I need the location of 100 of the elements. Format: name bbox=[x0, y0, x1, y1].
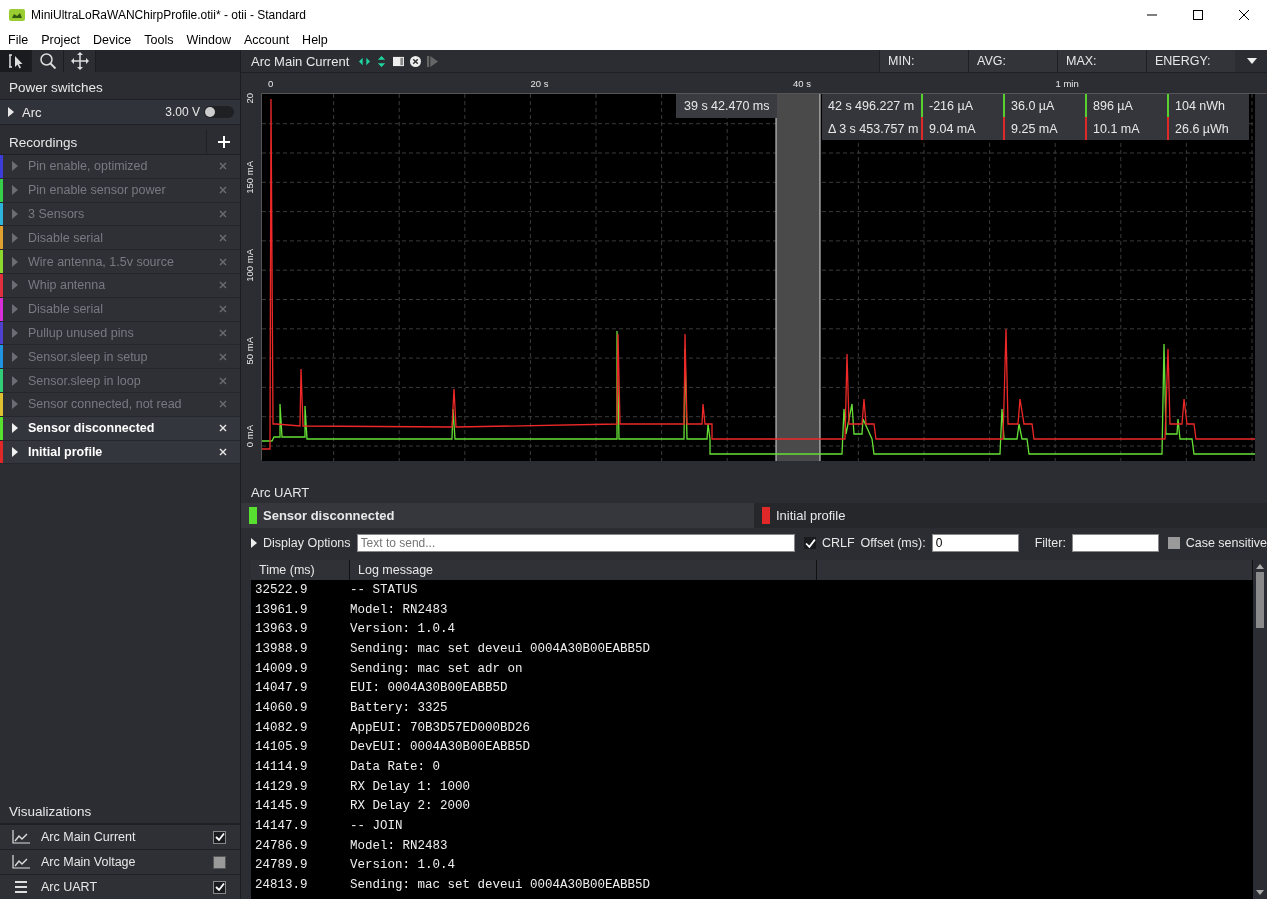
time-cell-text: 14147.9 bbox=[255, 819, 309, 834]
message-cell: Battery: 3325 bbox=[350, 700, 448, 715]
time-cell-text: 32522.9 bbox=[255, 582, 309, 597]
message-cell: Data Rate: 0 bbox=[350, 760, 440, 775]
filter-field[interactable] bbox=[1071, 534, 1159, 552]
recording-tab[interactable]: Sensor disconnected bbox=[241, 503, 754, 528]
recording-name: Disable serial bbox=[28, 230, 104, 245]
y-axis-label: 50 mA bbox=[244, 337, 255, 365]
time-cell-text: 14114.9 bbox=[255, 760, 309, 775]
app-logo-icon bbox=[9, 9, 25, 21]
message-cell: Version: 1.0.4 bbox=[350, 622, 456, 637]
recording-name: Wire antenna, 1.5v source bbox=[28, 254, 174, 269]
message-cell: RX Delay 1: 1000 bbox=[350, 779, 471, 794]
message-cell: AppEUI: 70B3D57ED000BD26 bbox=[350, 720, 531, 735]
vertical-fit-icon[interactable] bbox=[376, 55, 388, 67]
scrollbar-thumb[interactable] bbox=[1256, 572, 1264, 628]
clear-icon[interactable] bbox=[410, 55, 422, 67]
list-icon bbox=[12, 880, 30, 894]
visualization-name: Arc Main Current bbox=[41, 830, 136, 844]
field-label: Filter: bbox=[1034, 536, 1066, 550]
menu-item[interactable]: Account bbox=[243, 33, 290, 47]
recording-name: Disable serial bbox=[28, 302, 104, 317]
x-axis-label: 0 bbox=[268, 78, 274, 89]
time-cell-text: 24813.9 bbox=[255, 878, 309, 893]
checkbox[interactable] bbox=[1167, 537, 1180, 549]
message-cell: Version: 1.0.4 bbox=[350, 858, 456, 873]
message-cell: Model: RN2483 bbox=[350, 838, 448, 853]
recording-name: Sensor.sleep in setup bbox=[28, 349, 148, 364]
power-toggle[interactable] bbox=[204, 106, 234, 118]
checkbox[interactable] bbox=[213, 855, 226, 869]
stat-value: 10.1 mA bbox=[1085, 117, 1167, 140]
scroll-up-icon[interactable] bbox=[1256, 564, 1264, 569]
select-tool-button[interactable] bbox=[0, 50, 32, 72]
menu-item[interactable]: Help bbox=[302, 33, 328, 47]
cursor-label: 39 s 42.470 ms bbox=[676, 94, 778, 118]
recording-name: Pin enable sensor power bbox=[28, 183, 166, 198]
time-cell-text: 13988.9 bbox=[255, 641, 309, 656]
display-options-toggle[interactable]: Display Options bbox=[263, 536, 351, 550]
expand-icon[interactable] bbox=[8, 107, 14, 117]
time-cell-text: 24786.9 bbox=[255, 838, 309, 853]
checkbox-label: Case sensitive bbox=[1185, 536, 1267, 550]
message-cell: RX Delay 2: 2000 bbox=[350, 799, 471, 814]
expand-icon[interactable] bbox=[251, 538, 257, 548]
recording-tab[interactable]: Initial profile bbox=[754, 503, 1267, 528]
section-title: Visualizations bbox=[9, 803, 92, 819]
offset-field[interactable]: 0 bbox=[931, 534, 1019, 552]
menu-item[interactable]: Window bbox=[186, 33, 231, 47]
recording-name: Sensor disconnected bbox=[28, 421, 155, 436]
y-axis-label: 150 mA bbox=[244, 161, 255, 194]
checkbox-label: CRLF bbox=[821, 536, 855, 550]
recording-item[interactable]: Initial profile bbox=[0, 440, 240, 465]
stat-value: 9.04 mA bbox=[921, 117, 1003, 140]
message-cell: -- JOIN bbox=[350, 819, 403, 834]
cursor-time: Δ 3 s 453.757 m bbox=[827, 120, 920, 138]
message-cell: DevEUI: 0004A30B00EABB5D bbox=[350, 740, 531, 755]
selection-region[interactable] bbox=[775, 94, 821, 461]
time-cell-text: 14082.9 bbox=[255, 720, 309, 735]
panel-icon[interactable] bbox=[393, 55, 405, 67]
chart-title: Arc Main Current bbox=[251, 53, 350, 69]
time-cell-text: 14129.9 bbox=[255, 779, 309, 794]
section-title: Power switches bbox=[9, 79, 103, 95]
time-cell-text: 14060.9 bbox=[255, 700, 309, 715]
recording-item[interactable]: Sensor disconnected bbox=[0, 416, 240, 441]
expand-icon[interactable] bbox=[12, 446, 18, 457]
visualization-name: Arc UART bbox=[41, 880, 98, 894]
recording-name: Sensor.sleep in loop bbox=[28, 373, 141, 388]
recording-name: 3 Sensors bbox=[28, 207, 85, 221]
line-graph-icon bbox=[12, 830, 30, 844]
checkbox[interactable] bbox=[213, 880, 226, 894]
window-title: MiniUltraLoRaWANChirpProfile.otii* - otii - Standard bbox=[31, 8, 306, 22]
scroll-down-icon[interactable] bbox=[1256, 890, 1264, 895]
horizontal-fit-icon[interactable] bbox=[359, 55, 371, 67]
menu-item[interactable]: File bbox=[8, 33, 29, 47]
dropdown-icon[interactable] bbox=[1247, 58, 1257, 64]
plus-icon bbox=[217, 136, 230, 148]
x-axis-label: 20 s bbox=[530, 78, 549, 89]
stat-value: 26.6 µWh bbox=[1167, 117, 1249, 140]
message-cell: EUI: 0004A30B00EABB5D bbox=[350, 681, 508, 696]
message-cell: -- STATUS bbox=[350, 582, 418, 597]
menu-item[interactable]: Project bbox=[41, 33, 81, 47]
search-icon bbox=[38, 52, 57, 70]
expand-icon[interactable] bbox=[12, 423, 18, 434]
time-cell-text: 14009.9 bbox=[255, 661, 309, 676]
stat-value: 9.25 mA bbox=[1003, 117, 1085, 140]
column-header: Time (ms) bbox=[251, 560, 350, 580]
time-cell-text: 14105.9 bbox=[255, 740, 309, 755]
checkbox[interactable] bbox=[213, 830, 226, 844]
menu-item[interactable]: Device bbox=[93, 33, 132, 47]
voltage-value: 3.00 V bbox=[165, 105, 200, 119]
message-cell: Sending: mac set deveui 0004A30B00EABB5D bbox=[350, 878, 651, 893]
cursor-time: 42 s 496.227 m bbox=[827, 97, 916, 115]
pan-tool-button[interactable] bbox=[64, 50, 96, 72]
visualization-name: Arc Main Voltage bbox=[41, 855, 136, 869]
zoom-tool-button[interactable] bbox=[32, 50, 64, 72]
menu-item[interactable]: Tools bbox=[144, 33, 174, 47]
play-icon[interactable] bbox=[427, 55, 439, 67]
recording-name: Pin enable, optimized bbox=[28, 159, 148, 174]
stat-value: -216 µA bbox=[921, 94, 1003, 117]
send-field[interactable]: Text to send... bbox=[356, 534, 796, 552]
message-cell: Model: RN2483 bbox=[350, 602, 448, 617]
